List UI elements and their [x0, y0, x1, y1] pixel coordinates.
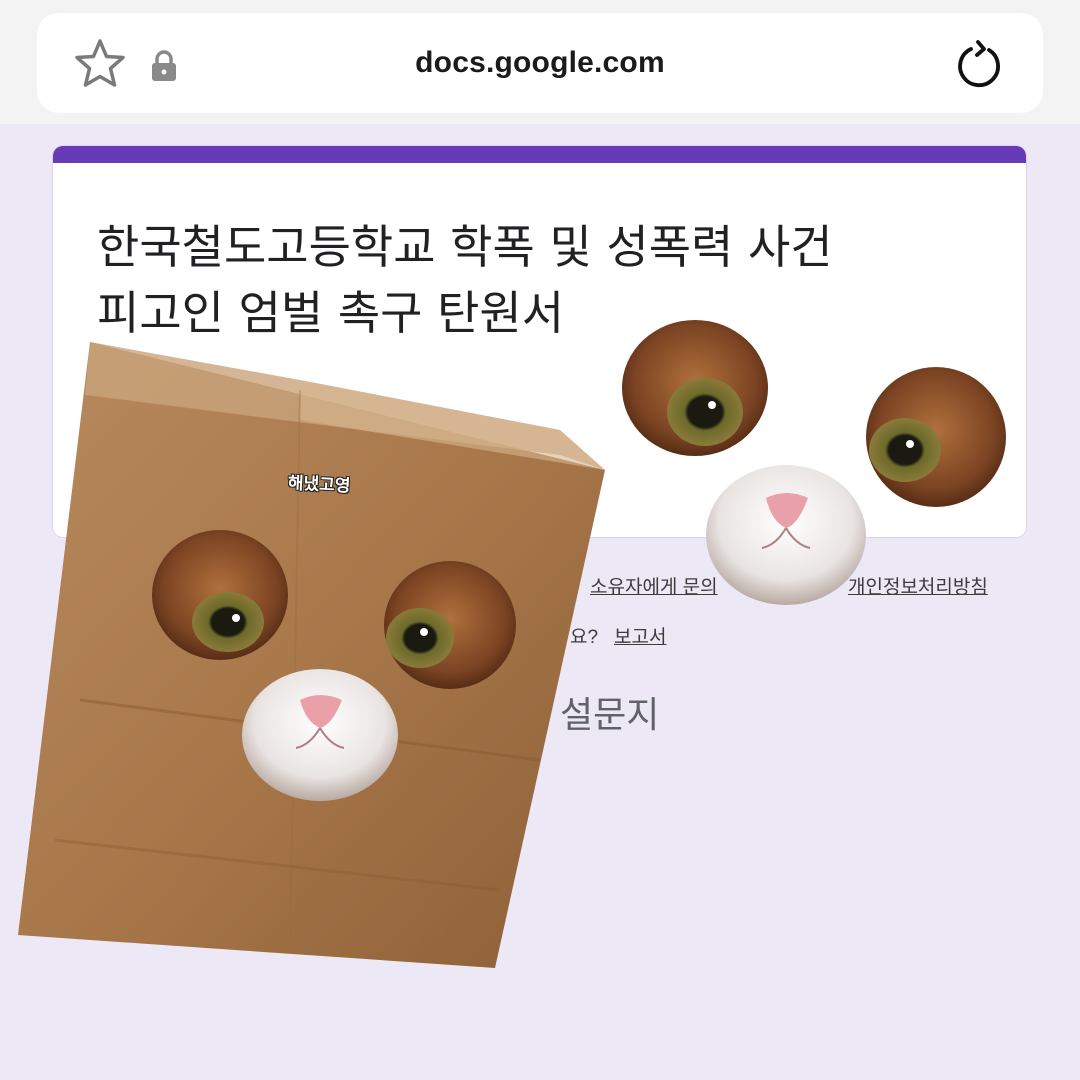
- bag-left-eye: [152, 530, 288, 660]
- bag-right-eye: [384, 561, 516, 689]
- url-text[interactable]: docs.google.com: [0, 46, 1080, 80]
- card-accent-bar: [53, 146, 1026, 163]
- reload-icon[interactable]: [956, 38, 1004, 90]
- form-title-line2: 피고인 엄벌 촉구 탄원서: [97, 286, 565, 340]
- form-title-line1: 한국철도고등학교 학폭 및 성폭력 사건: [97, 220, 833, 274]
- bag-nose: [242, 669, 398, 801]
- google-forms-brand: 설문지: [560, 695, 660, 736]
- contact-owner-link[interactable]: 소유자에게 문의: [590, 572, 718, 599]
- form-header-card: 한국철도고등학교 학폭 및 성폭력 사건 피고인 엄벌 촉구 탄원서: [53, 146, 1026, 537]
- form-title: 한국철도고등학교 학폭 및 성폭력 사건 피고인 엄벌 촉구 탄원서: [97, 214, 977, 346]
- report-link[interactable]: 보고서: [614, 622, 666, 649]
- privacy-policy-link[interactable]: 개인정보처리방침: [848, 572, 988, 599]
- sticker-caption: 해냈고영: [287, 473, 351, 497]
- report-prompt-text: 요?: [570, 627, 599, 648]
